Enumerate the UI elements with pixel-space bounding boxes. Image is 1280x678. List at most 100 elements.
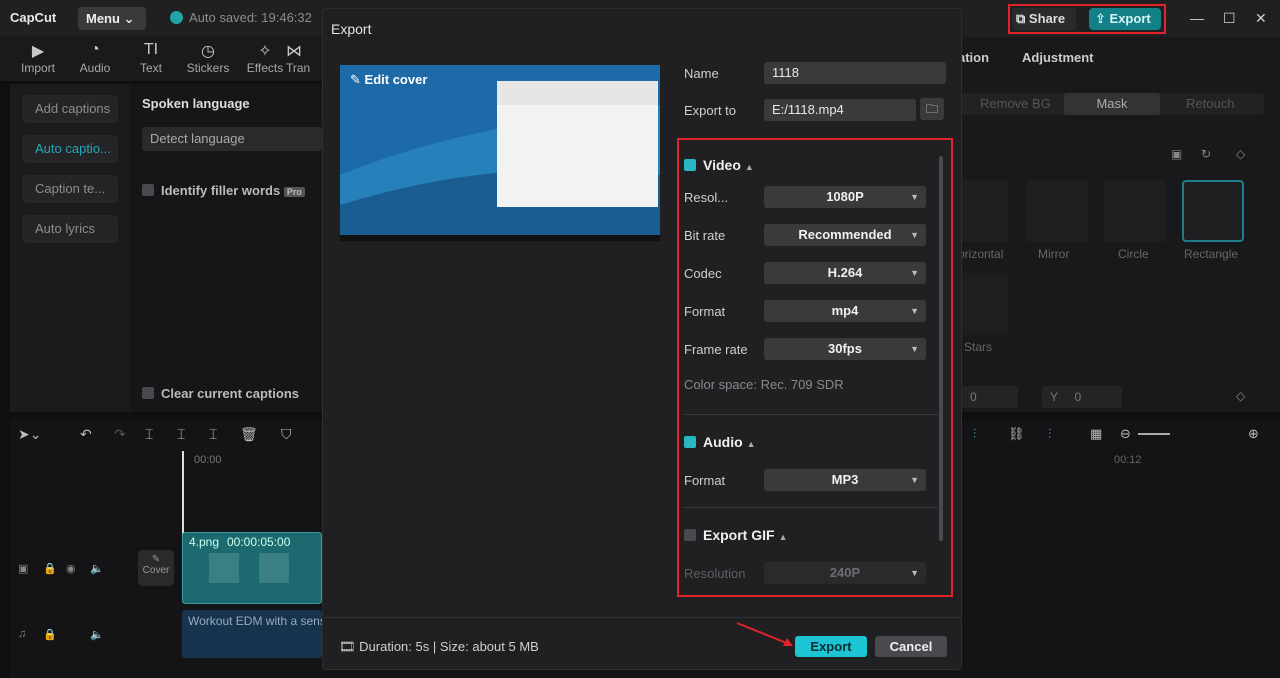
track-video-icon[interactable]: ▣ bbox=[18, 562, 28, 575]
volume-icon[interactable]: 🔈 bbox=[90, 628, 104, 641]
auto-captions-button[interactable]: Auto captio... bbox=[22, 135, 118, 163]
snap-icon[interactable]: ⫶ bbox=[973, 426, 976, 442]
resolution-select[interactable]: 1080P ▼ bbox=[764, 186, 926, 208]
delete-icon[interactable]: 🗑 bbox=[240, 426, 258, 443]
mask-mirror-tile[interactable] bbox=[1026, 180, 1088, 242]
framerate-value: 30fps bbox=[828, 341, 862, 356]
codec-select[interactable]: H.264 ▼ bbox=[764, 262, 926, 284]
mask-rectangle-label: Rectangle bbox=[1184, 247, 1239, 261]
time-marker-start: 00:00 bbox=[194, 454, 222, 466]
split-icon[interactable]: ⌶ bbox=[145, 426, 153, 443]
preview-axis-icon[interactable]: ⫶ bbox=[1048, 426, 1051, 442]
edit-cover-button[interactable]: ✎ Edit cover bbox=[350, 72, 427, 88]
settings-scrollbar[interactable] bbox=[939, 156, 943, 541]
spoken-language-label: Spoken language bbox=[142, 96, 250, 111]
tab-adjustment[interactable]: Adjustment bbox=[1022, 50, 1094, 65]
lock-icon[interactable]: 🔒 bbox=[43, 562, 57, 575]
section-divider bbox=[684, 507, 938, 508]
time-marker-12: 00:12 bbox=[1114, 454, 1142, 466]
maximize-icon[interactable]: ☐ bbox=[1223, 10, 1236, 27]
tool-transitions[interactable]: ⋈ Tran bbox=[286, 41, 322, 75]
redo-icon[interactable]: ↷ bbox=[114, 426, 126, 443]
audio-name: Workout EDM with a sens bbox=[188, 614, 322, 628]
keyframe-icon[interactable]: ◇ bbox=[1236, 147, 1245, 161]
volume-icon[interactable]: 🔈 bbox=[90, 562, 104, 575]
format-select[interactable]: mp4 ▼ bbox=[764, 300, 926, 322]
resolution-value: 1080P bbox=[826, 189, 864, 204]
tool-import[interactable]: ▶ Import bbox=[8, 41, 68, 75]
audio-format-select[interactable]: MP3 ▼ bbox=[764, 469, 926, 491]
subtab-remove-bg[interactable]: Remove BG bbox=[980, 96, 1051, 111]
zoom-slider[interactable] bbox=[1138, 433, 1170, 435]
menu-button[interactable]: Menu ⌄ bbox=[78, 7, 146, 30]
mask-circle-tile[interactable] bbox=[1104, 180, 1166, 242]
name-input[interactable]: 1118 bbox=[764, 62, 946, 84]
name-label: Name bbox=[684, 66, 719, 81]
shield-icon[interactable]: ⛉ bbox=[281, 426, 292, 443]
mask-horizontal-tile[interactable] bbox=[958, 180, 1008, 242]
gif-section-toggle[interactable]: Export GIF ▲ bbox=[684, 527, 787, 543]
audio-icon: ◔ bbox=[90, 41, 100, 58]
lock-icon[interactable]: 🔒 bbox=[43, 628, 57, 641]
caption-template-button[interactable]: Caption te... bbox=[22, 175, 118, 203]
screenshot-icon[interactable]: ▦ bbox=[1090, 426, 1102, 442]
film-icon: 🎞 bbox=[339, 639, 356, 654]
video-section-toggle[interactable]: Video ▲ bbox=[684, 157, 754, 173]
export-to-label: Export to bbox=[684, 103, 737, 118]
reset-icon[interactable]: ↻ bbox=[1201, 147, 1211, 161]
section-divider bbox=[684, 414, 938, 415]
tool-audio[interactable]: ◔ Audio bbox=[65, 41, 125, 75]
minimize-icon[interactable]: — bbox=[1190, 10, 1204, 26]
cover-button[interactable]: ✎ Cover bbox=[138, 550, 174, 586]
tool-text[interactable]: TI Text bbox=[121, 41, 181, 75]
clear-captions-option[interactable]: Clear current captions bbox=[142, 386, 299, 401]
gif-resolution-select[interactable]: 240P ▼ bbox=[764, 562, 926, 584]
folder-icon[interactable]: 🗀 bbox=[920, 98, 944, 120]
framerate-select[interactable]: 30fps ▼ bbox=[764, 338, 926, 360]
zoom-out-icon[interactable]: ⊖ bbox=[1120, 426, 1131, 442]
y-position-input[interactable]: Y 0 bbox=[1042, 386, 1122, 408]
link-icon[interactable]: ⛓ bbox=[1008, 426, 1025, 442]
x-position-input[interactable]: 0 bbox=[958, 386, 1018, 408]
split-right-icon[interactable]: ⌶ bbox=[209, 426, 217, 443]
subtab-mask[interactable]: Mask bbox=[1064, 93, 1160, 115]
tool-label: Effects bbox=[246, 61, 284, 75]
zoom-in-icon[interactable]: ⊕ bbox=[1248, 426, 1259, 442]
resolution-label: Resol... bbox=[684, 190, 729, 205]
mask-stars-tile[interactable] bbox=[958, 273, 1008, 335]
properties-panel: ation Adjustment Remove BG Mask Retouch … bbox=[958, 37, 1280, 412]
audio-clip[interactable]: Workout EDM with a sens bbox=[182, 610, 322, 658]
dialog-title: Export bbox=[331, 21, 372, 37]
format-value: mp4 bbox=[831, 303, 859, 318]
add-captions-button[interactable]: Add captions bbox=[22, 95, 118, 123]
cancel-button[interactable]: Cancel bbox=[875, 636, 947, 657]
subtab-retouch[interactable]: Retouch bbox=[1186, 96, 1234, 111]
position-keyframe-icon[interactable]: ◇ bbox=[1236, 389, 1245, 403]
export-path-input[interactable]: E:/1118.mp4 bbox=[764, 99, 916, 121]
split-left-icon[interactable]: ⌶ bbox=[177, 426, 185, 443]
tool-stickers[interactable]: ◷ Stickers bbox=[178, 41, 238, 75]
invert-icon[interactable]: ▣ bbox=[1171, 147, 1182, 161]
export-top-button[interactable]: ⇪ Export bbox=[1089, 8, 1161, 30]
detect-language-select[interactable]: Detect language bbox=[142, 127, 322, 151]
sticker-icon: ◷ bbox=[201, 43, 215, 60]
export-top-label: Export bbox=[1109, 11, 1151, 26]
auto-lyrics-button[interactable]: Auto lyrics bbox=[22, 215, 118, 243]
bitrate-select[interactable]: Recommended ▼ bbox=[764, 224, 926, 246]
track-audio-icon[interactable]: ♫ bbox=[18, 628, 26, 640]
check-circle-icon bbox=[170, 11, 183, 24]
caption-settings-panel: Spoken language Detect language Identify… bbox=[130, 84, 322, 412]
cover-preview[interactable] bbox=[340, 65, 660, 241]
tool-label: Import bbox=[20, 61, 55, 75]
audio-section-toggle[interactable]: Audio ▲ bbox=[684, 434, 756, 450]
tab-animation[interactable]: ation bbox=[958, 50, 989, 65]
select-cursor-icon[interactable]: ➤⌄ bbox=[18, 426, 41, 443]
export-button[interactable]: Export bbox=[795, 636, 867, 657]
mask-rectangle-tile[interactable] bbox=[1182, 180, 1244, 242]
eye-icon[interactable]: ◉ bbox=[66, 562, 76, 575]
video-clip[interactable]: 4.png 00:00:05:00 bbox=[182, 532, 322, 604]
undo-icon[interactable]: ↶ bbox=[80, 426, 92, 443]
close-icon[interactable]: ✕ bbox=[1255, 10, 1267, 27]
share-button[interactable]: ⧉ Share bbox=[1012, 8, 1076, 30]
filler-words-option[interactable]: Identify filler words Pro bbox=[142, 183, 305, 198]
